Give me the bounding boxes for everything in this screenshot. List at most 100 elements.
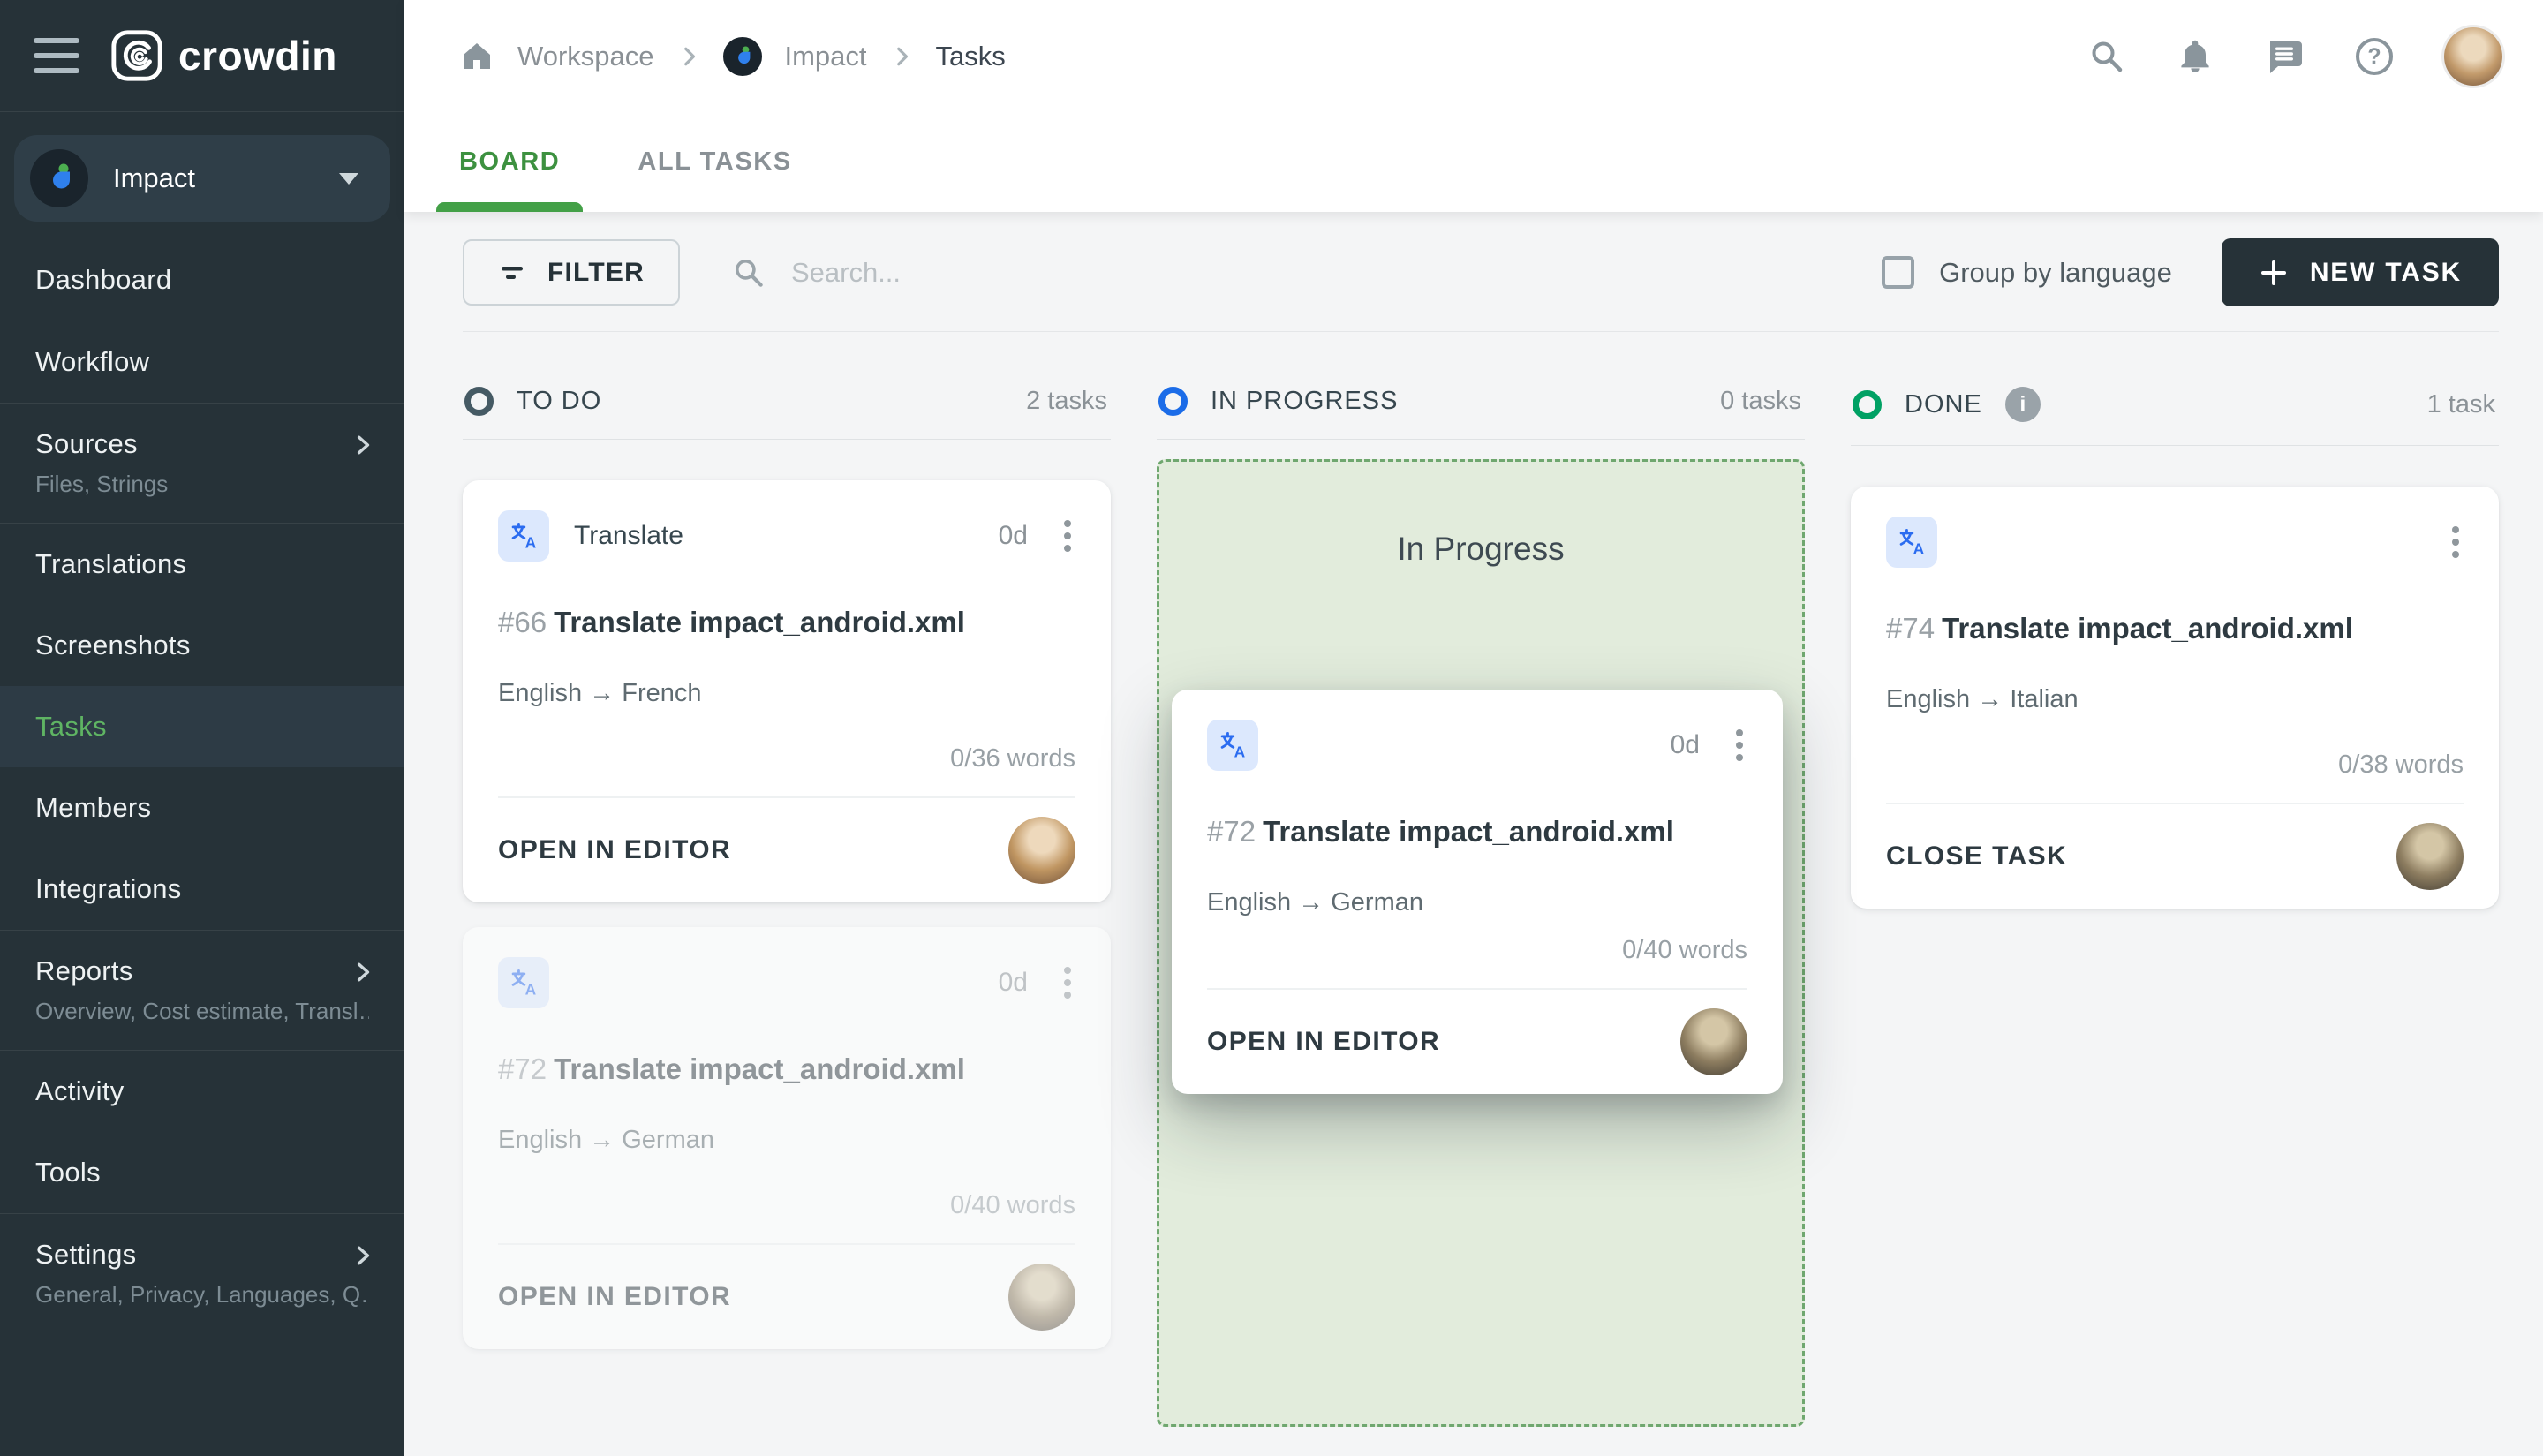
breadcrumb-project-avatar[interactable]	[722, 36, 762, 76]
topbar-actions: ?	[2087, 26, 2502, 86]
menu-icon[interactable]	[34, 38, 79, 73]
todo-status-icon	[464, 387, 494, 416]
filter-button[interactable]: FILTER	[463, 239, 680, 306]
logo-wordmark: crowdin	[178, 33, 337, 79]
chevron-down-icon	[339, 172, 358, 185]
messages-icon[interactable]	[2264, 36, 2305, 77]
sidebar-item-sources[interactable]: Sources Files, Strings	[0, 404, 404, 524]
group-by-language-checkbox[interactable]	[1882, 256, 1915, 289]
home-icon[interactable]	[459, 39, 494, 74]
sidebar-item-dashboard[interactable]: Dashboard	[0, 239, 404, 321]
tab-all-tasks[interactable]: ALL TASKS	[638, 112, 791, 212]
card-menu-button[interactable]	[1060, 513, 1075, 559]
translate-task-icon: A	[498, 510, 549, 562]
svg-text:A: A	[525, 980, 537, 998]
tab-board[interactable]: BOARD	[435, 112, 584, 212]
svg-text:A: A	[525, 533, 537, 551]
dropzone-label: In Progress	[1397, 531, 1565, 567]
group-by-language-toggle[interactable]: Group by language	[1882, 256, 2172, 289]
svg-text:A: A	[1913, 539, 1925, 557]
todo-count: 2 tasks	[1026, 387, 1107, 415]
task-title: #74 Translate impact_android.xml	[1886, 612, 2353, 645]
svg-text:A: A	[1234, 743, 1246, 760]
search-icon[interactable]	[2087, 37, 2126, 76]
sidebar-item-screenshots[interactable]: Screenshots	[0, 605, 404, 686]
topbar: Workspace Impact Tasks ?	[404, 0, 2543, 112]
column-todo: TO DO 2 tasks A Translate 0d #66 Transla…	[463, 387, 1111, 1456]
main-area: Workspace Impact Tasks ? BOARD ALL TASKS…	[404, 0, 2543, 1456]
sidebar-item-settings[interactable]: Settings General, Privacy, Languages, Q…	[0, 1214, 404, 1333]
sidebar-item-reports[interactable]: Reports Overview, Cost estimate, Transl…	[0, 931, 404, 1051]
search-box	[731, 255, 1882, 290]
task-word-progress: 0/40 words	[950, 1191, 1075, 1219]
toolbar: FILTER Group by language	[463, 212, 2499, 332]
sidebar-header: crowdin	[0, 0, 404, 112]
card-menu-button[interactable]	[2448, 519, 2464, 565]
column-done: DONE i 1 task A #74 Translate impact_and…	[1851, 387, 2499, 1456]
sidebar-nav: Dashboard Workflow Sources Files, String…	[0, 239, 404, 1456]
open-in-editor-button[interactable]: OPEN IN EDITOR	[498, 1282, 731, 1312]
done-info-icon[interactable]: i	[2004, 387, 2041, 422]
crowdin-logo[interactable]: crowdin	[109, 28, 337, 83]
user-avatar[interactable]	[2444, 26, 2502, 86]
task-card-72-dragging[interactable]: A 0d #72 Translate impact_android.xml En…	[1172, 690, 1783, 1094]
sidebar-item-workflow[interactable]: Workflow	[0, 321, 404, 404]
task-language-pair: English → German	[1207, 888, 1423, 917]
svg-text:?: ?	[2367, 44, 2381, 69]
task-duration: 0d	[1670, 730, 1700, 759]
task-card-74[interactable]: A #74 Translate impact_android.xml Engli…	[1851, 487, 2499, 909]
tabs: BOARD ALL TASKS	[404, 112, 2543, 212]
sidebar-item-activity[interactable]: Activity	[0, 1051, 404, 1132]
done-status-icon	[1853, 389, 1882, 419]
chevron-right-icon	[890, 45, 913, 68]
sidebar-item-translations[interactable]: Translations	[0, 524, 404, 605]
assignee-avatar	[2396, 823, 2464, 890]
page-header: Workspace Impact Tasks ? BOARD ALL TASKS	[404, 0, 2543, 212]
column-in-progress: IN PROGRESS 0 tasks In Progress A 0d #72…	[1157, 387, 1805, 1456]
in-progress-status-icon	[1158, 387, 1188, 416]
column-todo-cards: A Translate 0d #66 Translate impact_andr…	[463, 440, 1111, 1349]
sidebar-item-integrations[interactable]: Integrations	[0, 849, 404, 931]
assignee-avatar	[1680, 1008, 1747, 1075]
notifications-bell-icon[interactable]	[2176, 37, 2215, 76]
task-title: #72 Translate impact_android.xml	[1207, 815, 1674, 848]
kanban-board: TO DO 2 tasks A Translate 0d #66 Transla…	[463, 387, 2499, 1456]
task-card-66[interactable]: A Translate 0d #66 Translate impact_andr…	[463, 480, 1111, 902]
sidebar-item-tools[interactable]: Tools	[0, 1132, 404, 1214]
column-in-progress-header: IN PROGRESS 0 tasks	[1157, 387, 1805, 440]
task-card-72-ghost[interactable]: A 0d #72 Translate impact_android.xml En…	[463, 927, 1111, 1349]
card-menu-button[interactable]	[1060, 960, 1075, 1006]
task-type-label: Translate	[574, 521, 683, 550]
search-icon	[731, 255, 766, 290]
translate-task-icon: A	[1886, 517, 1937, 568]
new-task-button[interactable]: NEW TASK	[2221, 238, 2499, 306]
project-avatar	[30, 149, 88, 207]
breadcrumb-project[interactable]: Impact	[785, 41, 867, 72]
open-in-editor-button[interactable]: OPEN IN EDITOR	[498, 835, 731, 865]
sidebar: crowdin Impact Dashboard Workflow Source…	[0, 0, 404, 1456]
help-icon[interactable]: ?	[2354, 36, 2395, 77]
task-title: #66 Translate impact_android.xml	[498, 606, 965, 638]
open-in-editor-button[interactable]: OPEN IN EDITOR	[1207, 1027, 1440, 1057]
chevron-right-icon	[351, 434, 374, 456]
sidebar-item-tasks[interactable]: Tasks	[0, 686, 404, 767]
in-progress-dropzone[interactable]: In Progress A 0d #72 Translate impact_an…	[1157, 459, 1805, 1427]
board-content: FILTER Group by language	[404, 212, 2543, 1456]
new-task-label: NEW TASK	[2309, 257, 2462, 287]
chevron-right-icon	[351, 961, 374, 984]
search-input[interactable]	[789, 255, 1407, 290]
translate-task-icon: A	[1207, 720, 1258, 771]
project-selector[interactable]: Impact	[14, 135, 390, 222]
task-word-progress: 0/40 words	[1622, 936, 1747, 964]
column-todo-header: TO DO 2 tasks	[463, 387, 1111, 440]
column-done-header: DONE i 1 task	[1851, 387, 2499, 446]
project-name: Impact	[113, 162, 196, 193]
task-title: #72 Translate impact_android.xml	[498, 1052, 965, 1085]
chevron-right-icon	[351, 1244, 374, 1267]
breadcrumb-workspace[interactable]: Workspace	[517, 41, 654, 72]
card-menu-button[interactable]	[1732, 722, 1747, 768]
close-task-button[interactable]: CLOSE TASK	[1886, 841, 2067, 871]
assignee-avatar	[1008, 817, 1075, 884]
crowdin-logo-icon	[109, 28, 164, 83]
sidebar-item-members[interactable]: Members	[0, 767, 404, 849]
